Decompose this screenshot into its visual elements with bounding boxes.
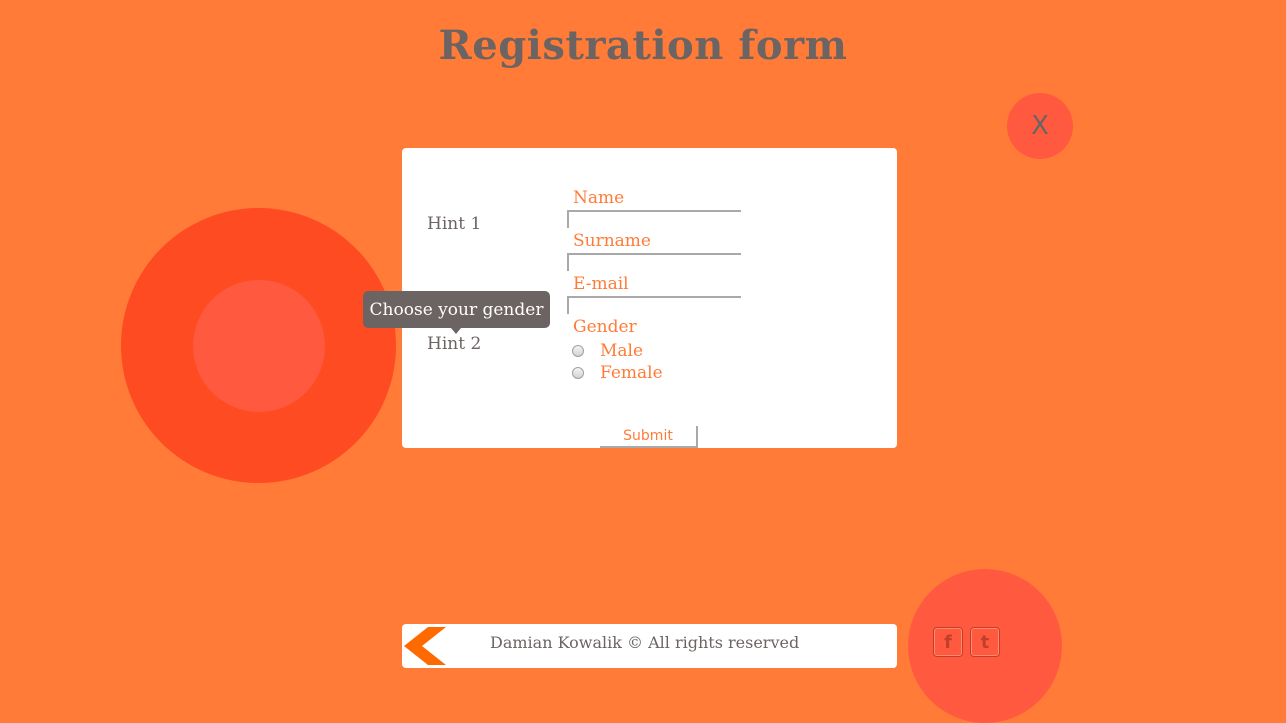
hint-2[interactable]: Hint 2 xyxy=(427,334,481,354)
twitter-icon[interactable]: t xyxy=(970,627,1000,657)
submit-button[interactable]: Submit xyxy=(600,426,698,448)
footer: Damian Kowalik © All rights reserved xyxy=(402,624,897,668)
gender-option-female[interactable]: Female xyxy=(572,363,663,383)
name-label: Name xyxy=(573,188,625,208)
female-label: Female xyxy=(600,363,663,383)
footer-copyright: Damian Kowalik © All rights reserved xyxy=(490,633,800,652)
name-input[interactable] xyxy=(567,210,741,228)
female-radio[interactable] xyxy=(572,367,584,379)
tooltip-arrow xyxy=(451,328,461,334)
decorative-circle-inner xyxy=(193,280,325,412)
surname-input[interactable] xyxy=(567,253,741,271)
close-button[interactable]: X xyxy=(1007,93,1073,159)
gender-tooltip: Choose your gender xyxy=(363,291,550,328)
back-arrow-icon[interactable] xyxy=(404,627,446,665)
gender-option-male[interactable]: Male xyxy=(572,341,643,361)
email-label: E-mail xyxy=(573,274,629,294)
male-label: Male xyxy=(600,341,644,361)
hint-1[interactable]: Hint 1 xyxy=(427,214,481,234)
email-input[interactable] xyxy=(567,296,741,314)
gender-label: Gender xyxy=(573,317,637,337)
page-title: Registration form xyxy=(438,22,848,69)
surname-label: Surname xyxy=(573,231,651,251)
male-radio[interactable] xyxy=(572,345,584,357)
facebook-icon[interactable]: f xyxy=(933,627,963,657)
